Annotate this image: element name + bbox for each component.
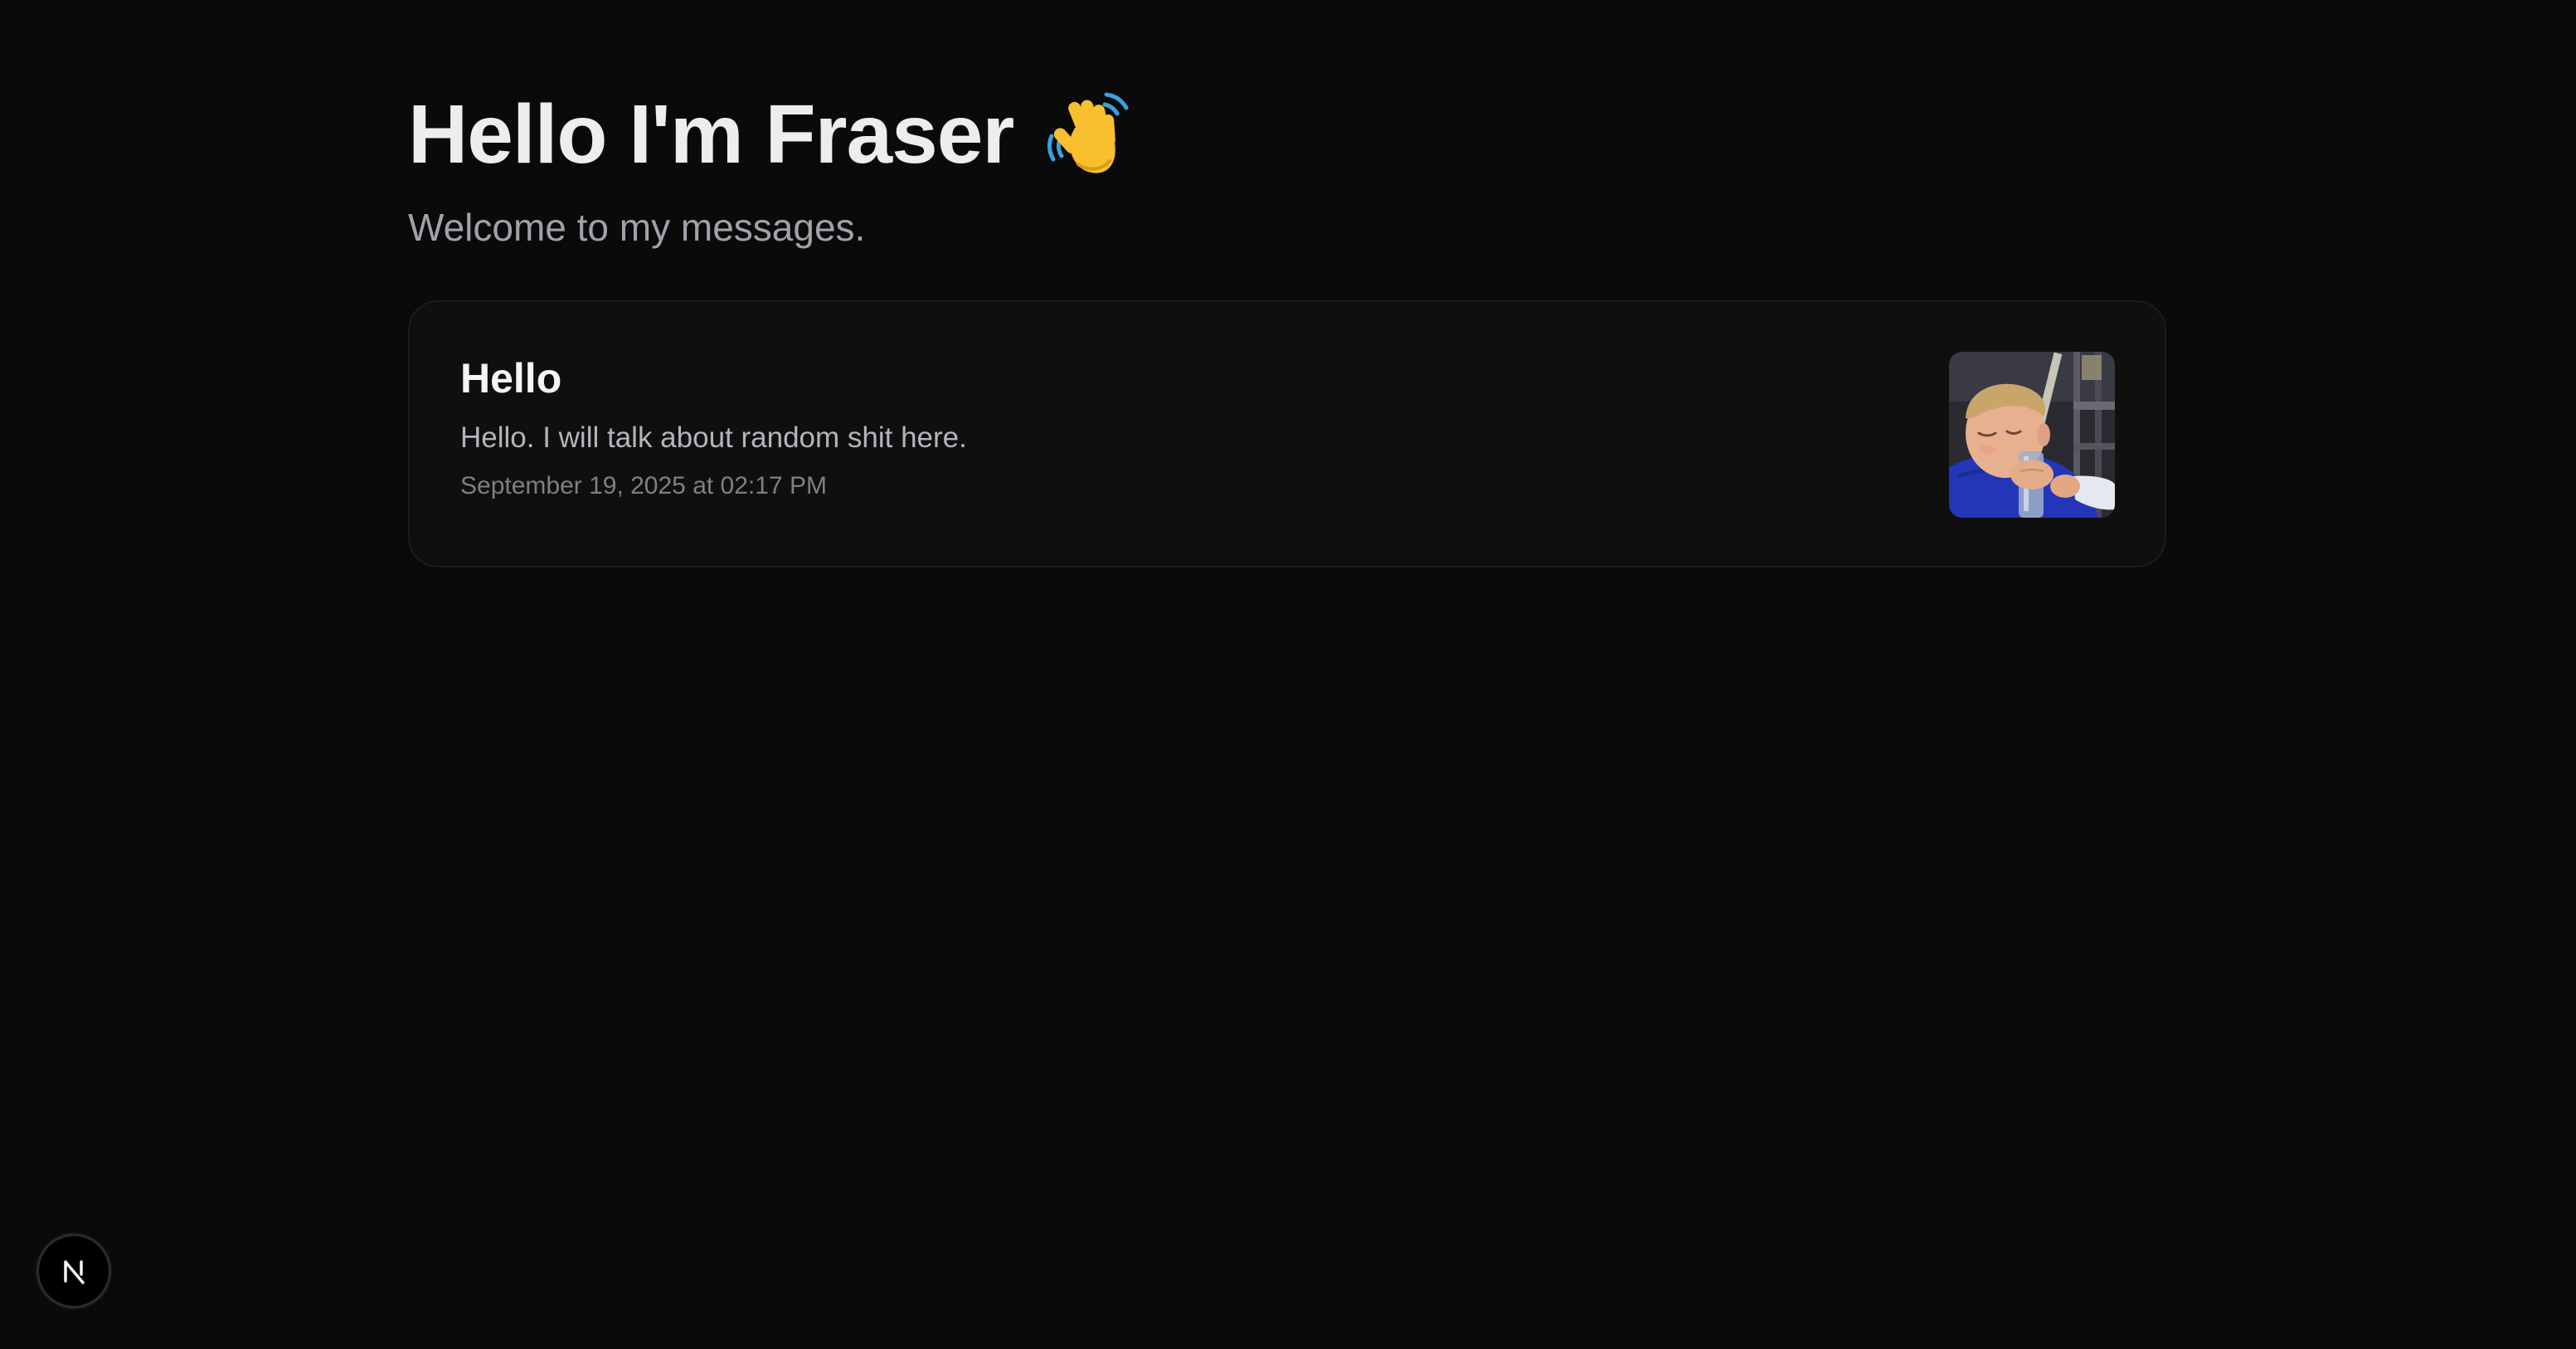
page-title-text: Hello I'm Fraser [408,88,1014,181]
nextjs-logo-icon [64,1260,85,1284]
message-content: Hello Hello. I will talk about random sh… [460,352,967,504]
message-body: Hello. I will talk about random shit her… [460,421,967,454]
message-date: September 19, 2025 at 02:17 PM [460,472,827,499]
message-thumbnail[interactable] [1949,352,2115,518]
page-title: Hello I'm Fraser [408,83,2166,186]
message-title: Hello [460,355,562,402]
waving-hand-icon [1042,88,1135,181]
page-subtitle: Welcome to my messages. [408,206,866,249]
child-photo-image [1949,352,2115,518]
page: Hello I'm Fraser Welcome to my messages.… [0,0,2576,1349]
message-card[interactable]: Hello Hello. I will talk about random sh… [408,300,2166,567]
page-header: Hello I'm Fraser Welcome to my messages. [408,83,2166,254]
nextjs-dev-indicator-button[interactable] [36,1234,111,1308]
